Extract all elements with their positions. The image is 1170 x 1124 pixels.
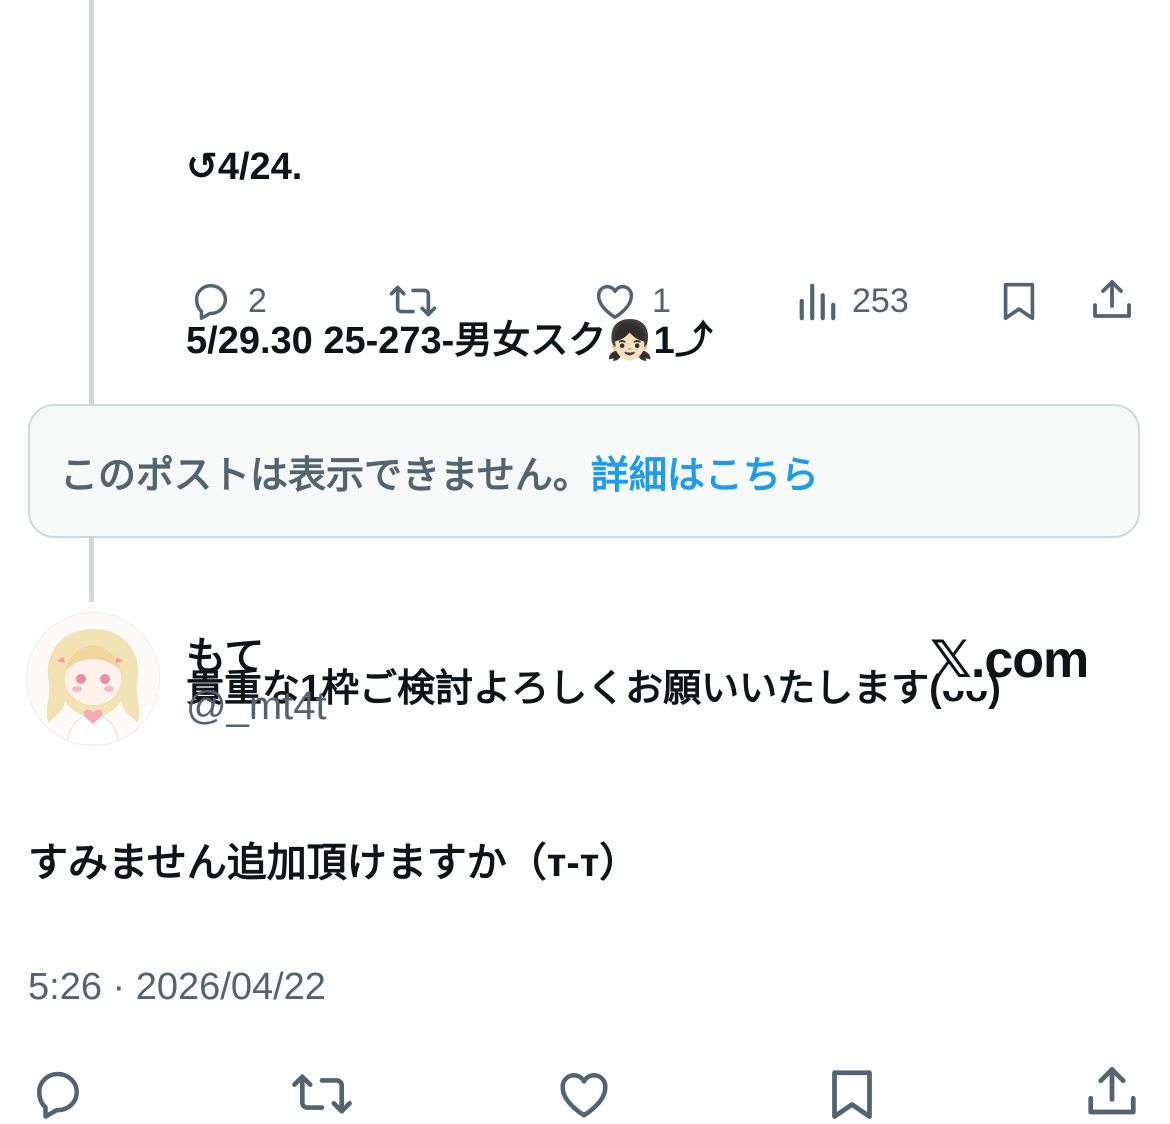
notice-message: このポストは表示できません。 bbox=[60, 454, 591, 497]
repost-button[interactable] bbox=[388, 278, 452, 324]
like-button[interactable] bbox=[554, 1064, 614, 1124]
reply-button[interactable]: 2 bbox=[188, 278, 267, 324]
share-icon bbox=[1082, 1062, 1142, 1122]
reply-count: 2 bbox=[248, 281, 267, 320]
share-button[interactable] bbox=[1088, 276, 1136, 324]
repost-button[interactable] bbox=[290, 1064, 354, 1124]
like-icon bbox=[592, 278, 638, 324]
avatar[interactable] bbox=[26, 612, 160, 746]
timestamp[interactable]: 5:26 · 2026/04/22 bbox=[28, 966, 326, 1009]
bookmark-button[interactable] bbox=[822, 1064, 882, 1124]
repost-icon bbox=[388, 278, 438, 324]
bookmark-icon bbox=[822, 1064, 882, 1124]
reply-text: すみません追加頂けますか（т-т） bbox=[28, 841, 640, 885]
like-button[interactable]: 1 bbox=[592, 278, 671, 324]
share-icon bbox=[1088, 276, 1136, 324]
post-line: ↺4/24. bbox=[186, 146, 303, 188]
post-text: ↺4/24. 5/29.30 25-273-男女スク👧🏻1⤴ 貴重な1枠ご検討よ… bbox=[186, 22, 1001, 776]
thread-line-connector bbox=[89, 538, 94, 602]
bookmark-button[interactable] bbox=[996, 278, 1042, 324]
share-button[interactable] bbox=[1082, 1062, 1142, 1122]
reply-icon bbox=[28, 1064, 88, 1124]
learn-more-link[interactable]: 詳細はこちら bbox=[591, 444, 819, 499]
display-name[interactable]: もて bbox=[186, 624, 264, 682]
unavailable-post-notice: このポストは表示できません。 詳細はこちら bbox=[28, 404, 1140, 538]
views-button[interactable]: 253 bbox=[796, 278, 909, 324]
views-count: 253 bbox=[852, 281, 909, 320]
x-logo: 𝕏.com bbox=[930, 631, 1089, 689]
reply-button[interactable] bbox=[28, 1064, 88, 1124]
user-handle[interactable]: @_mt4t bbox=[186, 684, 327, 729]
reply-icon bbox=[188, 278, 234, 324]
like-count: 1 bbox=[652, 281, 671, 320]
repost-icon bbox=[290, 1064, 354, 1124]
like-icon bbox=[554, 1064, 614, 1124]
bookmark-icon bbox=[996, 278, 1042, 324]
views-icon bbox=[796, 278, 838, 324]
thread-line bbox=[89, 0, 94, 404]
